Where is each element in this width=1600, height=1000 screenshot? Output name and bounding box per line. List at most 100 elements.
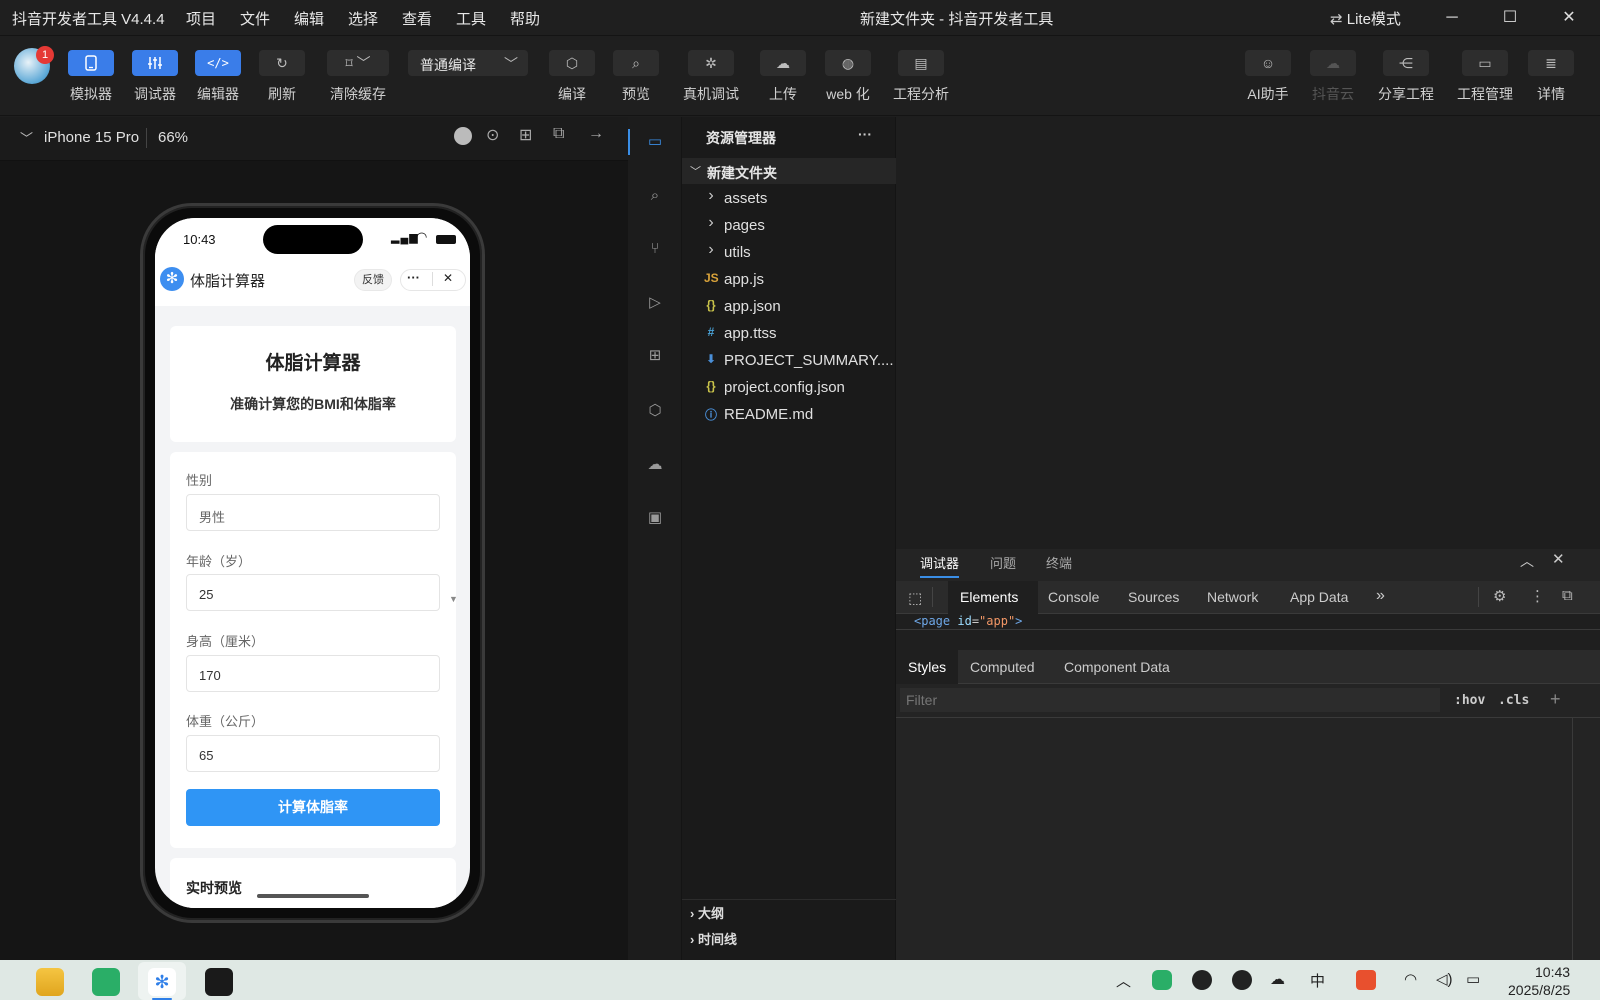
- menu-edit[interactable]: 编辑: [294, 8, 324, 29]
- ai-assistant-button[interactable]: ☺ AI助手: [1233, 50, 1303, 104]
- tray-qq-icon[interactable]: [1232, 970, 1252, 990]
- tab-terminal[interactable]: 终端: [1046, 553, 1072, 572]
- battery-icon[interactable]: ▭: [1466, 970, 1480, 988]
- clock-time[interactable]: 10:43: [1535, 964, 1570, 980]
- preview-button[interactable]: ⌕ 预览: [601, 50, 671, 104]
- device-chevron-icon[interactable]: ﹀: [20, 128, 33, 147]
- age-input[interactable]: 25: [186, 574, 440, 611]
- tray-wechat-icon[interactable]: [1152, 970, 1172, 990]
- tab-component-data[interactable]: Component Data: [1064, 659, 1170, 675]
- height-input[interactable]: 170: [186, 655, 440, 692]
- file-row[interactable]: # app.ttss: [682, 320, 896, 346]
- web-build-button[interactable]: ◍ web 化: [813, 50, 883, 104]
- menu-view[interactable]: 查看: [402, 8, 432, 29]
- folder-row[interactable]: › pages: [682, 212, 896, 238]
- monitor-icon[interactable]: ▣: [643, 506, 667, 530]
- weight-input[interactable]: 65: [186, 735, 440, 772]
- outline-section[interactable]: › 大纲: [690, 903, 724, 922]
- add-rule-icon[interactable]: +: [1550, 689, 1561, 710]
- cloud-service-icon[interactable]: ☁: [643, 453, 667, 477]
- feedback-button[interactable]: 反馈: [354, 269, 392, 291]
- app-q-icon[interactable]: [205, 968, 233, 996]
- hov-toggle[interactable]: :hov: [1454, 693, 1485, 708]
- cube-plugin-icon[interactable]: ⬡: [643, 399, 667, 423]
- tray-sogou-icon[interactable]: [1356, 970, 1376, 990]
- wechat-icon[interactable]: [92, 968, 120, 996]
- menu-file[interactable]: 文件: [240, 8, 270, 29]
- compile-mode-select[interactable]: 普通编译 ﹀: [408, 50, 528, 76]
- file-explorer-icon[interactable]: [36, 968, 64, 996]
- project-manage-button[interactable]: ▭ 工程管理: [1448, 50, 1522, 104]
- folder-row[interactable]: › utils: [682, 239, 896, 265]
- file-row[interactable]: JS app.js: [682, 266, 896, 292]
- clear-cache-button[interactable]: ⌑ ﹀ 清除缓存: [317, 50, 399, 104]
- tab-computed[interactable]: Computed: [970, 659, 1035, 675]
- tab-console[interactable]: Console: [1048, 589, 1099, 605]
- debugger-button[interactable]: 调试器: [120, 50, 190, 104]
- file-row[interactable]: ⓘ README.md: [682, 401, 896, 427]
- inspect-icon[interactable]: ⊙: [486, 125, 499, 145]
- simulator-button[interactable]: 模拟器: [56, 50, 126, 104]
- douyin-logo-icon[interactable]: [454, 127, 472, 145]
- file-row[interactable]: ⬇ PROJECT_SUMMARY....: [682, 347, 896, 373]
- gender-select[interactable]: 男性: [186, 494, 440, 531]
- editor-button[interactable]: </> 编辑器: [183, 50, 253, 104]
- file-row[interactable]: {} project.config.json: [682, 374, 896, 400]
- minimize-icon[interactable]: ─: [1440, 6, 1464, 30]
- tray-qq-icon[interactable]: [1192, 970, 1212, 990]
- close-window-icon[interactable]: ✕: [1557, 6, 1581, 30]
- refresh-button[interactable]: ↻ 刷新: [247, 50, 317, 104]
- menu-project[interactable]: 项目: [186, 8, 216, 29]
- lite-mode-button[interactable]: ⇄ Lite模式: [1330, 8, 1401, 29]
- tab-sources[interactable]: Sources: [1128, 589, 1179, 605]
- more-icon[interactable]: ···: [407, 270, 420, 285]
- styles-filter-input[interactable]: [900, 688, 1440, 712]
- tab-network[interactable]: Network: [1207, 589, 1258, 605]
- compile-button[interactable]: ⬡ 编译: [537, 50, 607, 104]
- element-picker-icon[interactable]: ⬚: [908, 589, 922, 607]
- tab-app-data[interactable]: App Data: [1290, 589, 1348, 605]
- tab-debugger[interactable]: 调试器: [920, 553, 960, 578]
- tray-chevron-up-icon[interactable]: ︿: [1116, 970, 1131, 991]
- device-debug-button[interactable]: ✲ 真机调试: [666, 50, 756, 104]
- grid-icon[interactable]: ⊞: [519, 125, 532, 145]
- settings-gear-icon[interactable]: ⚙: [1493, 587, 1506, 605]
- explorer-icon[interactable]: ▭: [643, 130, 667, 154]
- wifi-icon[interactable]: ◠: [1404, 970, 1417, 988]
- file-row[interactable]: {} app.json: [682, 293, 896, 319]
- device-select[interactable]: iPhone 15 Pro: [44, 129, 139, 146]
- volume-icon[interactable]: ◁): [1436, 970, 1453, 988]
- collapse-icon[interactable]: ︿: [1520, 551, 1534, 571]
- upload-button[interactable]: ☁ 上传: [748, 50, 818, 104]
- zoom-select[interactable]: 66%: [158, 129, 188, 146]
- close-panel-icon[interactable]: ✕: [1552, 550, 1565, 568]
- explorer-more-icon[interactable]: ···: [858, 126, 872, 142]
- close-mini-icon[interactable]: ✕: [443, 271, 453, 285]
- folder-row[interactable]: › assets: [682, 185, 896, 211]
- details-button[interactable]: ≣ 详情: [1520, 50, 1582, 104]
- search-icon[interactable]: ⌕: [643, 184, 667, 208]
- dom-node-page[interactable]: <page id="app">: [914, 614, 1022, 628]
- scroll-down-icon[interactable]: ▼: [449, 594, 458, 604]
- source-control-icon[interactable]: ⑂: [643, 237, 667, 261]
- project-analysis-button[interactable]: ▤ 工程分析: [884, 50, 958, 104]
- dock-icon[interactable]: ⧉: [1562, 587, 1573, 604]
- timeline-section[interactable]: › 时间线: [690, 929, 737, 949]
- maximize-icon[interactable]: ☐: [1498, 6, 1522, 30]
- kebab-menu-icon[interactable]: ⋮: [1530, 587, 1545, 605]
- devtools-app-icon[interactable]: ✻: [148, 968, 176, 996]
- popout-icon[interactable]: ⧉: [553, 125, 564, 143]
- tray-cloud-icon[interactable]: ☁: [1270, 970, 1285, 988]
- menu-help[interactable]: 帮助: [510, 8, 540, 29]
- more-tabs-icon[interactable]: »: [1376, 587, 1385, 605]
- tab-elements[interactable]: Elements: [948, 581, 1038, 614]
- tab-styles[interactable]: Styles: [896, 650, 958, 684]
- menu-tools[interactable]: 工具: [456, 8, 486, 29]
- share-project-button[interactable]: ⋲ 分享工程: [1369, 50, 1443, 104]
- run-debug-icon[interactable]: ▷: [643, 291, 667, 315]
- root-folder-row[interactable]: ﹀ 新建文件夹: [682, 158, 896, 184]
- menu-select[interactable]: 选择: [348, 8, 378, 29]
- ime-indicator[interactable]: 中: [1310, 970, 1325, 991]
- tab-problems[interactable]: 问题: [990, 553, 1016, 572]
- dom-tree[interactable]: <page id="app">: [896, 614, 1600, 630]
